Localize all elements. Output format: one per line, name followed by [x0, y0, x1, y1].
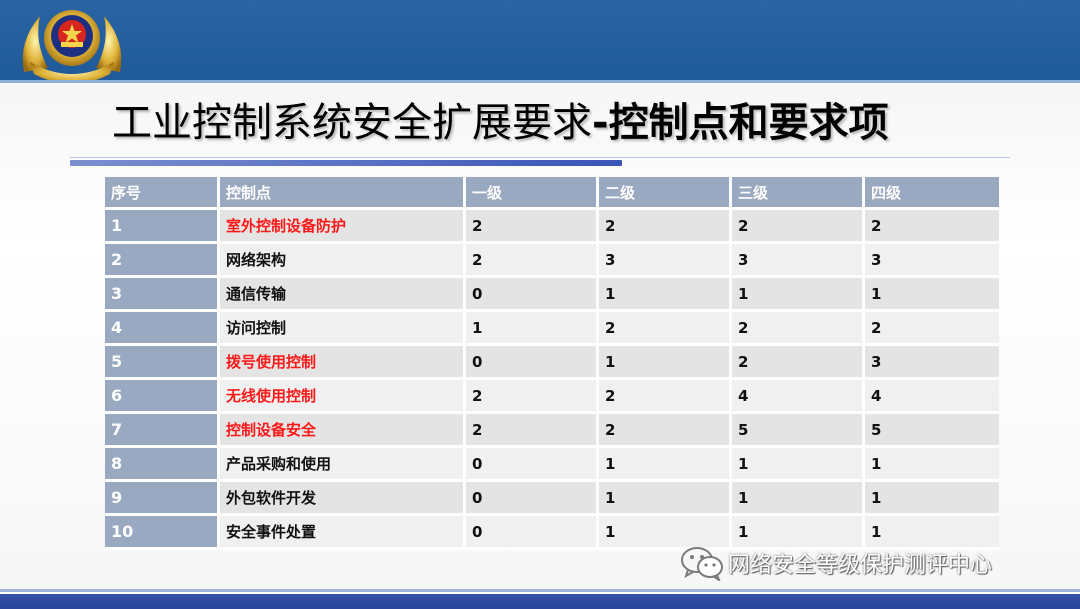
level-3-value: 5 — [732, 414, 865, 448]
page-title: 工业控制系统安全扩展要求-控制点和要求项 — [112, 98, 1012, 148]
control-point-name: 访问控制 — [220, 312, 466, 346]
control-point-name: 无线使用控制 — [220, 380, 466, 414]
level-2-value: 1 — [599, 482, 732, 516]
row-number: 6 — [105, 380, 220, 414]
level-4-value: 3 — [865, 346, 999, 380]
level-4-value: 1 — [865, 448, 999, 482]
level-1-value: 0 — [466, 278, 599, 312]
table-row: 2 网络架构 2 3 3 3 — [105, 244, 999, 278]
row-number: 3 — [105, 278, 220, 312]
col-header-level-4: 四级 — [865, 177, 999, 210]
title-divider-thin — [70, 157, 1010, 158]
level-4-value: 1 — [865, 482, 999, 516]
level-2-value: 3 — [599, 244, 732, 278]
level-3-value: 1 — [732, 482, 865, 516]
col-header-level-3: 三级 — [732, 177, 865, 210]
level-4-value: 2 — [865, 210, 999, 244]
level-2-value: 2 — [599, 210, 732, 244]
wechat-icon — [681, 547, 723, 581]
col-header-level-1: 一级 — [466, 177, 599, 210]
level-4-value: 4 — [865, 380, 999, 414]
level-1-value: 0 — [466, 516, 599, 550]
level-2-value: 1 — [599, 448, 732, 482]
col-header-level-2: 二级 — [599, 177, 732, 210]
row-number: 2 — [105, 244, 220, 278]
control-point-name: 室外控制设备防护 — [220, 210, 466, 244]
table-row: 3 通信传输 0 1 1 1 — [105, 278, 999, 312]
row-number: 4 — [105, 312, 220, 346]
watermark: 网络安全等级保护测评中心 — [680, 545, 992, 581]
table-row: 8 产品采购和使用 0 1 1 1 — [105, 448, 999, 482]
control-point-name: 外包软件开发 — [220, 482, 466, 516]
level-1-value: 2 — [466, 380, 599, 414]
control-point-name: 产品采购和使用 — [220, 448, 466, 482]
level-2-value: 1 — [599, 278, 732, 312]
row-number: 7 — [105, 414, 220, 448]
level-1-value: 2 — [466, 414, 599, 448]
header-bar — [0, 0, 1080, 83]
row-number: 9 — [105, 482, 220, 516]
level-1-value: 0 — [466, 346, 599, 380]
control-points-table: 序号 控制点 一级 二级 三级 四级 1 室外控制设备防护 2 2 2 2 2 网络架构 2 3 3… — [105, 177, 999, 550]
control-point-name: 通信传输 — [220, 278, 466, 312]
level-1-value: 0 — [466, 482, 599, 516]
row-number: 8 — [105, 448, 220, 482]
watermark-text: 网络安全等级保护测评中心 — [728, 553, 993, 578]
level-3-value: 1 — [732, 278, 865, 312]
level-3-value: 3 — [732, 244, 865, 278]
control-point-name: 网络架构 — [220, 244, 466, 278]
table-header-row: 序号 控制点 一级 二级 三级 四级 — [105, 177, 999, 210]
title-divider-thick — [70, 160, 622, 166]
level-1-value: 0 — [466, 448, 599, 482]
level-4-value: 1 — [865, 278, 999, 312]
control-point-name: 控制设备安全 — [220, 414, 466, 448]
level-4-value: 3 — [865, 244, 999, 278]
police-emblem-icon — [22, 10, 122, 80]
table-row: 6 无线使用控制 2 2 4 4 — [105, 380, 999, 414]
col-header-control-point: 控制点 — [220, 177, 466, 210]
level-3-value: 2 — [732, 346, 865, 380]
table-row: 5 拨号使用控制 0 1 2 3 — [105, 346, 999, 380]
row-number: 10 — [105, 516, 220, 550]
level-3-value: 2 — [732, 210, 865, 244]
control-point-name: 安全事件处置 — [220, 516, 466, 550]
level-1-value: 2 — [466, 210, 599, 244]
level-1-value: 2 — [466, 244, 599, 278]
footer-bar — [0, 589, 1080, 609]
table-row: 7 控制设备安全 2 2 5 5 — [105, 414, 999, 448]
table-row: 1 室外控制设备防护 2 2 2 2 — [105, 210, 999, 244]
level-1-value: 1 — [466, 312, 599, 346]
level-3-value: 1 — [732, 448, 865, 482]
row-number: 5 — [105, 346, 220, 380]
row-number: 1 — [105, 210, 220, 244]
level-2-value: 1 — [599, 346, 732, 380]
level-2-value: 2 — [599, 312, 732, 346]
level-3-value: 2 — [732, 312, 865, 346]
level-2-value: 2 — [599, 380, 732, 414]
control-point-name: 拨号使用控制 — [220, 346, 466, 380]
table-row: 4 访问控制 1 2 2 2 — [105, 312, 999, 346]
title-main: 工业控制系统安全扩展要求 — [112, 100, 592, 146]
col-header-number: 序号 — [105, 177, 220, 210]
table-row: 9 外包软件开发 0 1 1 1 — [105, 482, 999, 516]
level-4-value: 2 — [865, 312, 999, 346]
level-2-value: 2 — [599, 414, 732, 448]
level-4-value: 5 — [865, 414, 999, 448]
level-3-value: 4 — [732, 380, 865, 414]
title-sub: -控制点和要求项 — [592, 100, 889, 146]
